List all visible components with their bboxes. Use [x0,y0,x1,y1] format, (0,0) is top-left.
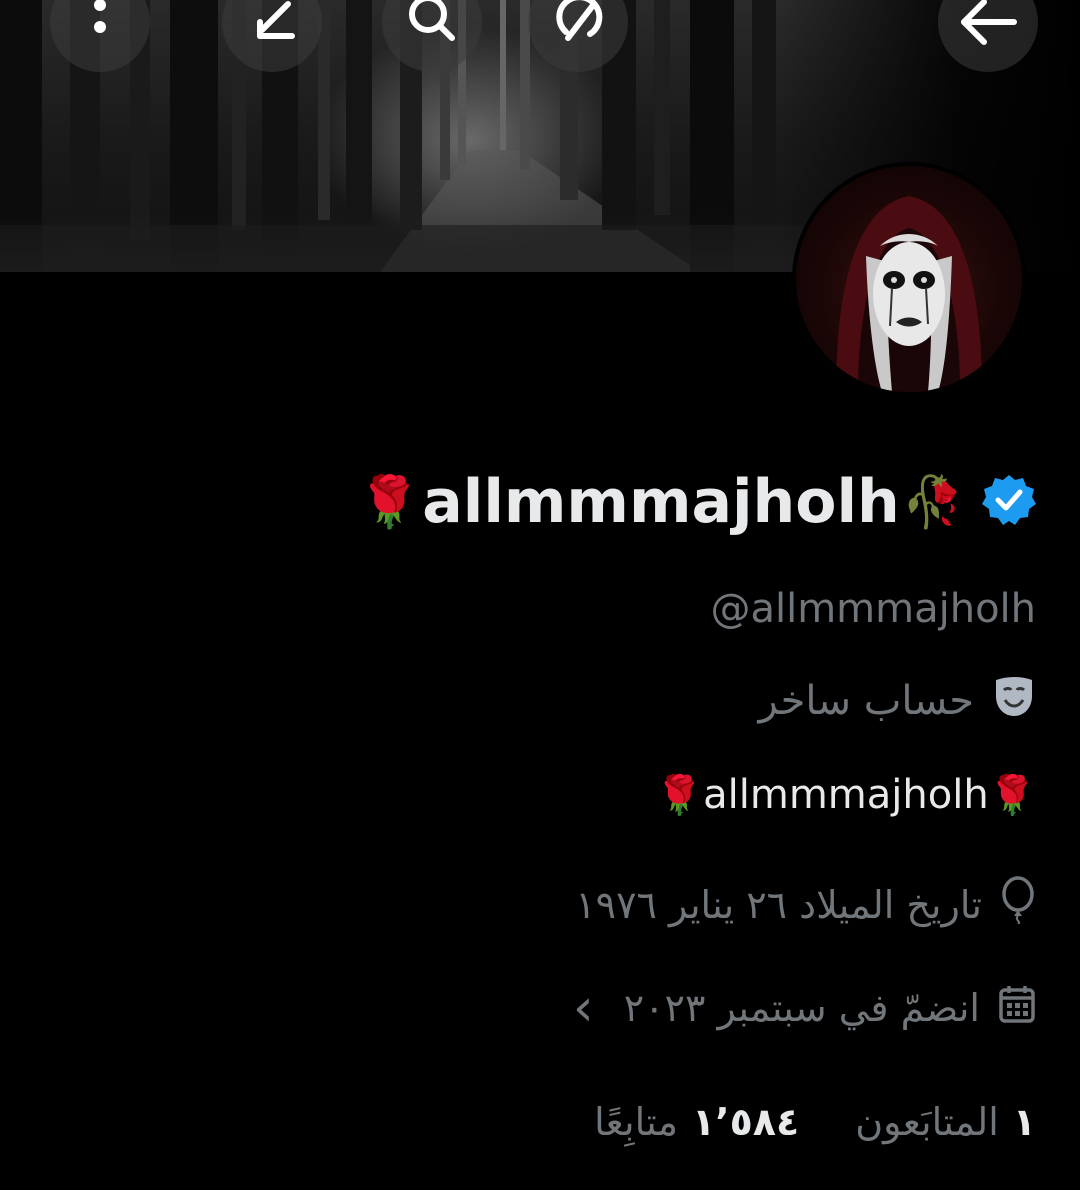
rose-emoji-prefix: 🌹 [358,472,421,531]
link-suffix-emoji: 🌹 [988,772,1036,817]
link-prefix-emoji: 🌹 [655,772,704,817]
display-name: 🌹 allmmmajholh 🥀 [356,467,966,537]
balloon-icon [1000,876,1036,933]
followers-count: ١ [1012,1100,1036,1144]
birth-date-row: تاريخ الميلاد ٢٦ يناير ١٩٧٦ [575,876,1036,933]
search-icon [402,0,462,52]
followers-label: المتابَعون [855,1100,999,1144]
rose-emoji-suffix: 🥀 [901,472,964,531]
following-stat[interactable]: ١٬٥٨٤ متابِعًا [594,1100,799,1144]
display-name-text: allmmmajholh [422,467,900,537]
avatar-image [796,166,1022,392]
edit-icon [242,0,302,52]
birth-date-text: تاريخ الميلاد ٢٦ يناير ١٩٧٦ [575,882,982,927]
calendar-icon [998,984,1036,1033]
more-icon [92,0,108,47]
arrow-left-icon [956,0,1020,54]
joined-date-row[interactable]: انضمّ في سبتمبر ٢٠٢٣ ‹ [573,978,1036,1038]
verified-badge-icon[interactable] [982,473,1036,531]
following-label: متابِعًا [594,1100,678,1144]
bio-text: حساب ساخر [758,678,974,724]
profile-link[interactable]: 🌹 allmmmajholh 🌹 [656,772,1036,818]
following-count: ١٬٥٨٤ [691,1100,800,1144]
profile-handle: @allmmmajholh [710,586,1036,632]
avatar[interactable] [792,162,1026,396]
profile-name-row: 🌹 allmmmajholh 🥀 [356,452,1036,552]
follow-stats: ١ المتابَعون ١٬٥٨٤ متابِعًا [594,1100,1036,1144]
joined-date-text: انضمّ في سبتمبر ٢٠٢٣ [623,986,980,1030]
link-text: allmmmajholh [703,772,989,818]
theater-mask-icon [992,674,1036,728]
grok-icon [546,0,610,54]
profile-bio: حساب ساخر [759,674,1036,728]
profile-page: 🌹 allmmmajholh 🥀 @allmmmajholh حساب ساخر… [0,0,1080,1190]
chevron-left-icon[interactable]: ‹ [573,978,594,1038]
followers-stat[interactable]: ١ المتابَعون [855,1100,1036,1144]
